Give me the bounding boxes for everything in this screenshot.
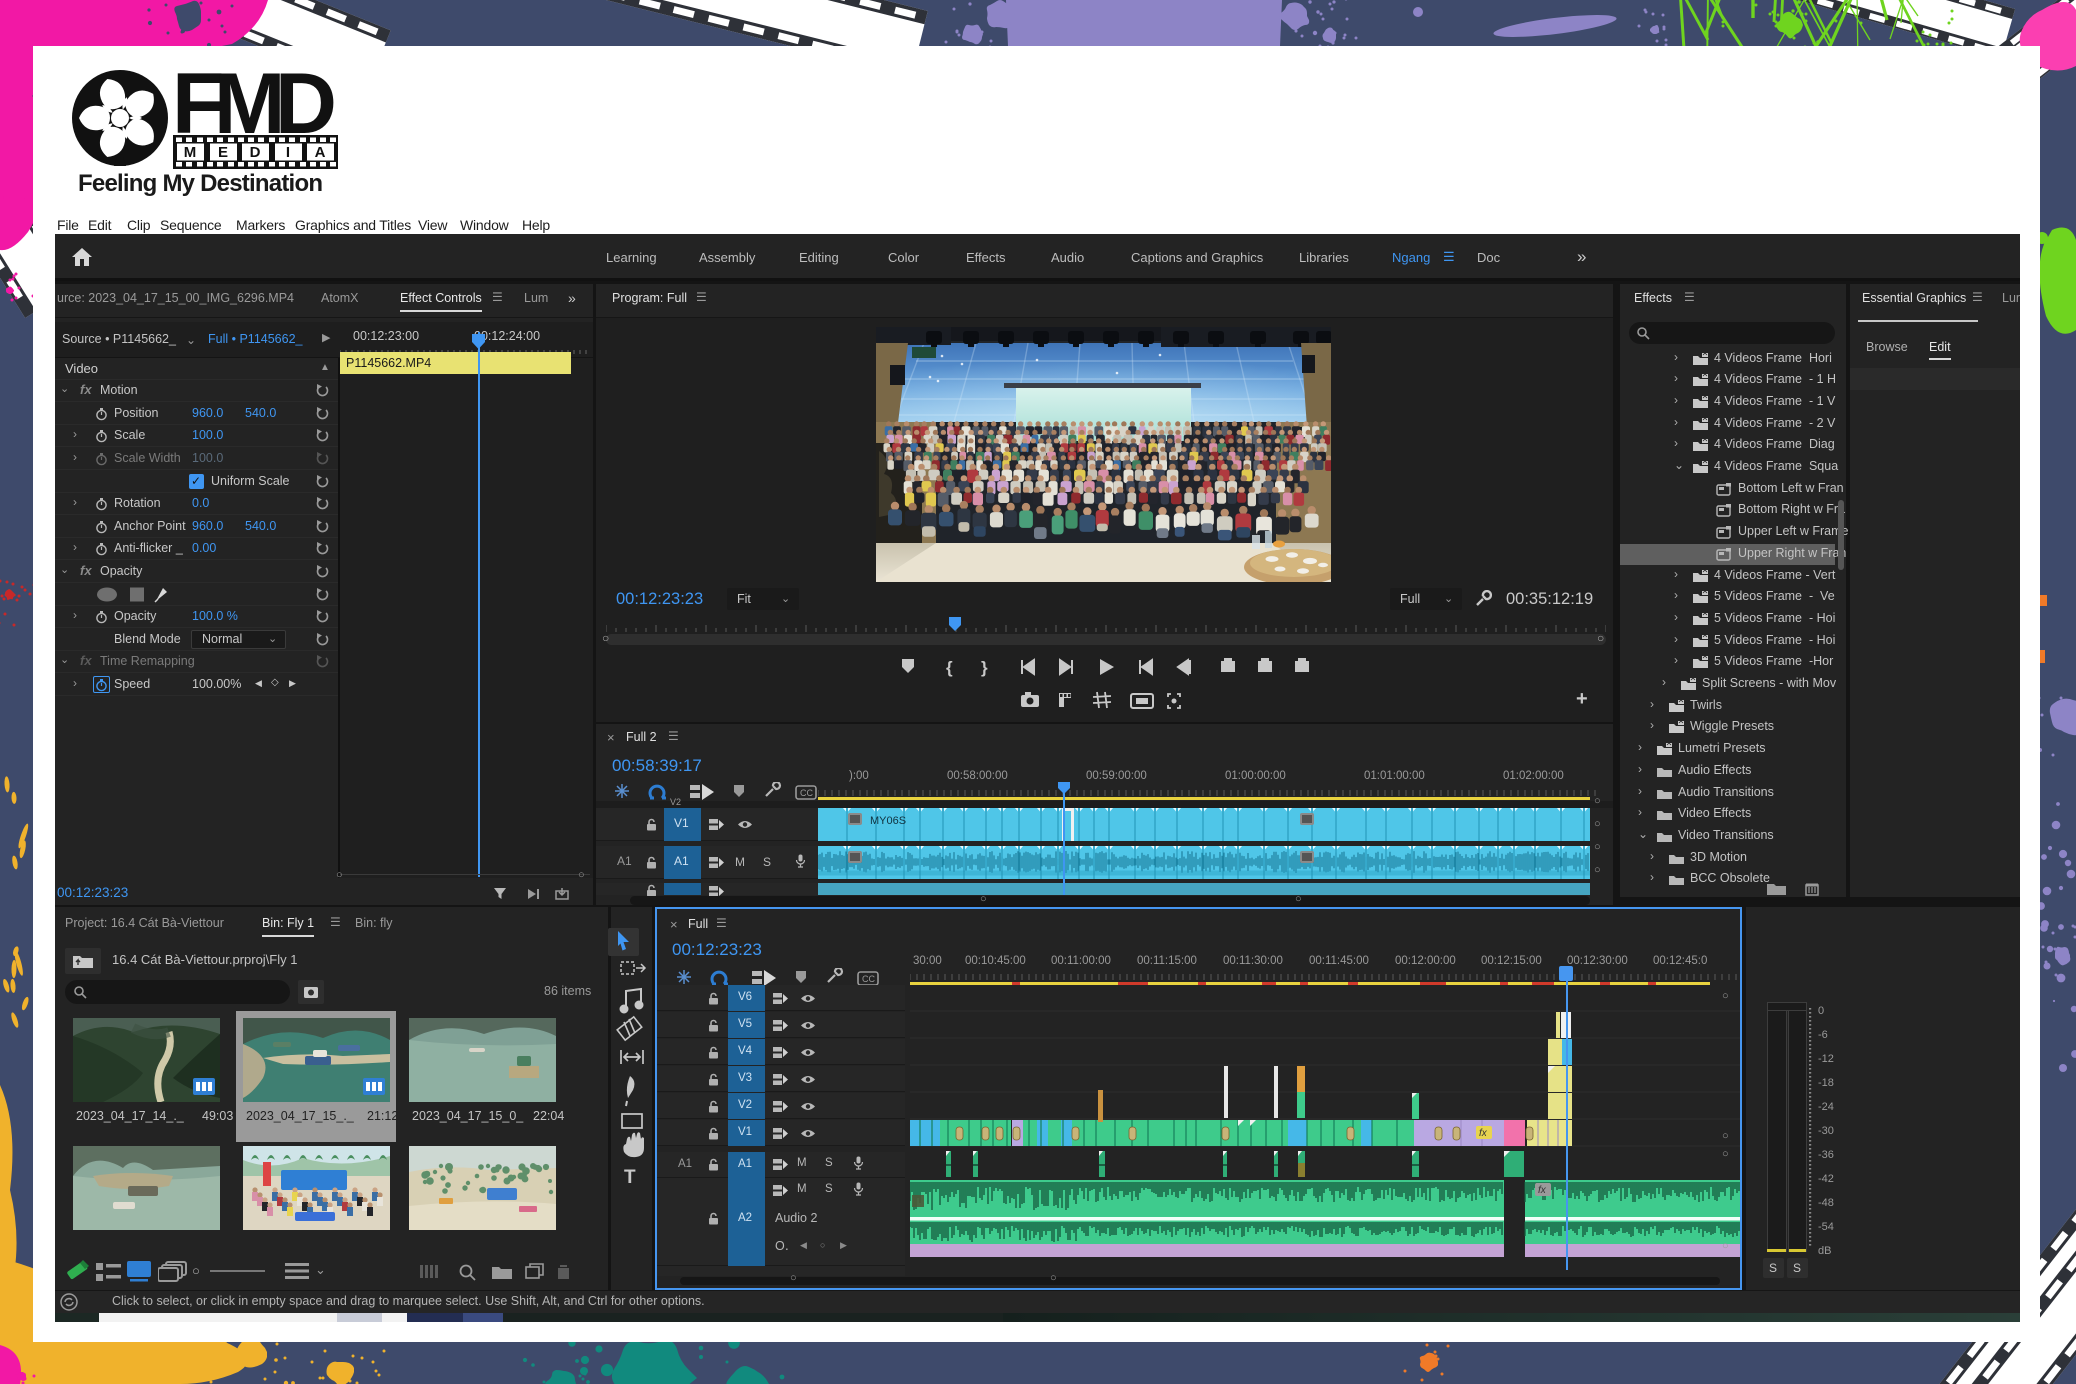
svg-text:T: T — [624, 1167, 636, 1188]
svg-text:fx: fx — [1538, 1185, 1547, 1196]
svg-text:MY06S: MY06S — [870, 815, 906, 827]
svg-text:M: M — [184, 144, 197, 161]
svg-text:}: } — [981, 658, 988, 677]
svg-text:A: A — [315, 144, 326, 161]
svg-text:CC: CC — [862, 974, 875, 984]
svg-text:D: D — [250, 144, 261, 161]
svg-text:Feeling My Destination: Feeling My Destination — [78, 170, 323, 197]
svg-text:CC: CC — [800, 788, 813, 798]
svg-text:E: E — [218, 144, 228, 161]
svg-text:I: I — [286, 144, 290, 161]
svg-text:fx: fx — [1479, 1128, 1488, 1139]
svg-text:{: { — [946, 658, 953, 677]
